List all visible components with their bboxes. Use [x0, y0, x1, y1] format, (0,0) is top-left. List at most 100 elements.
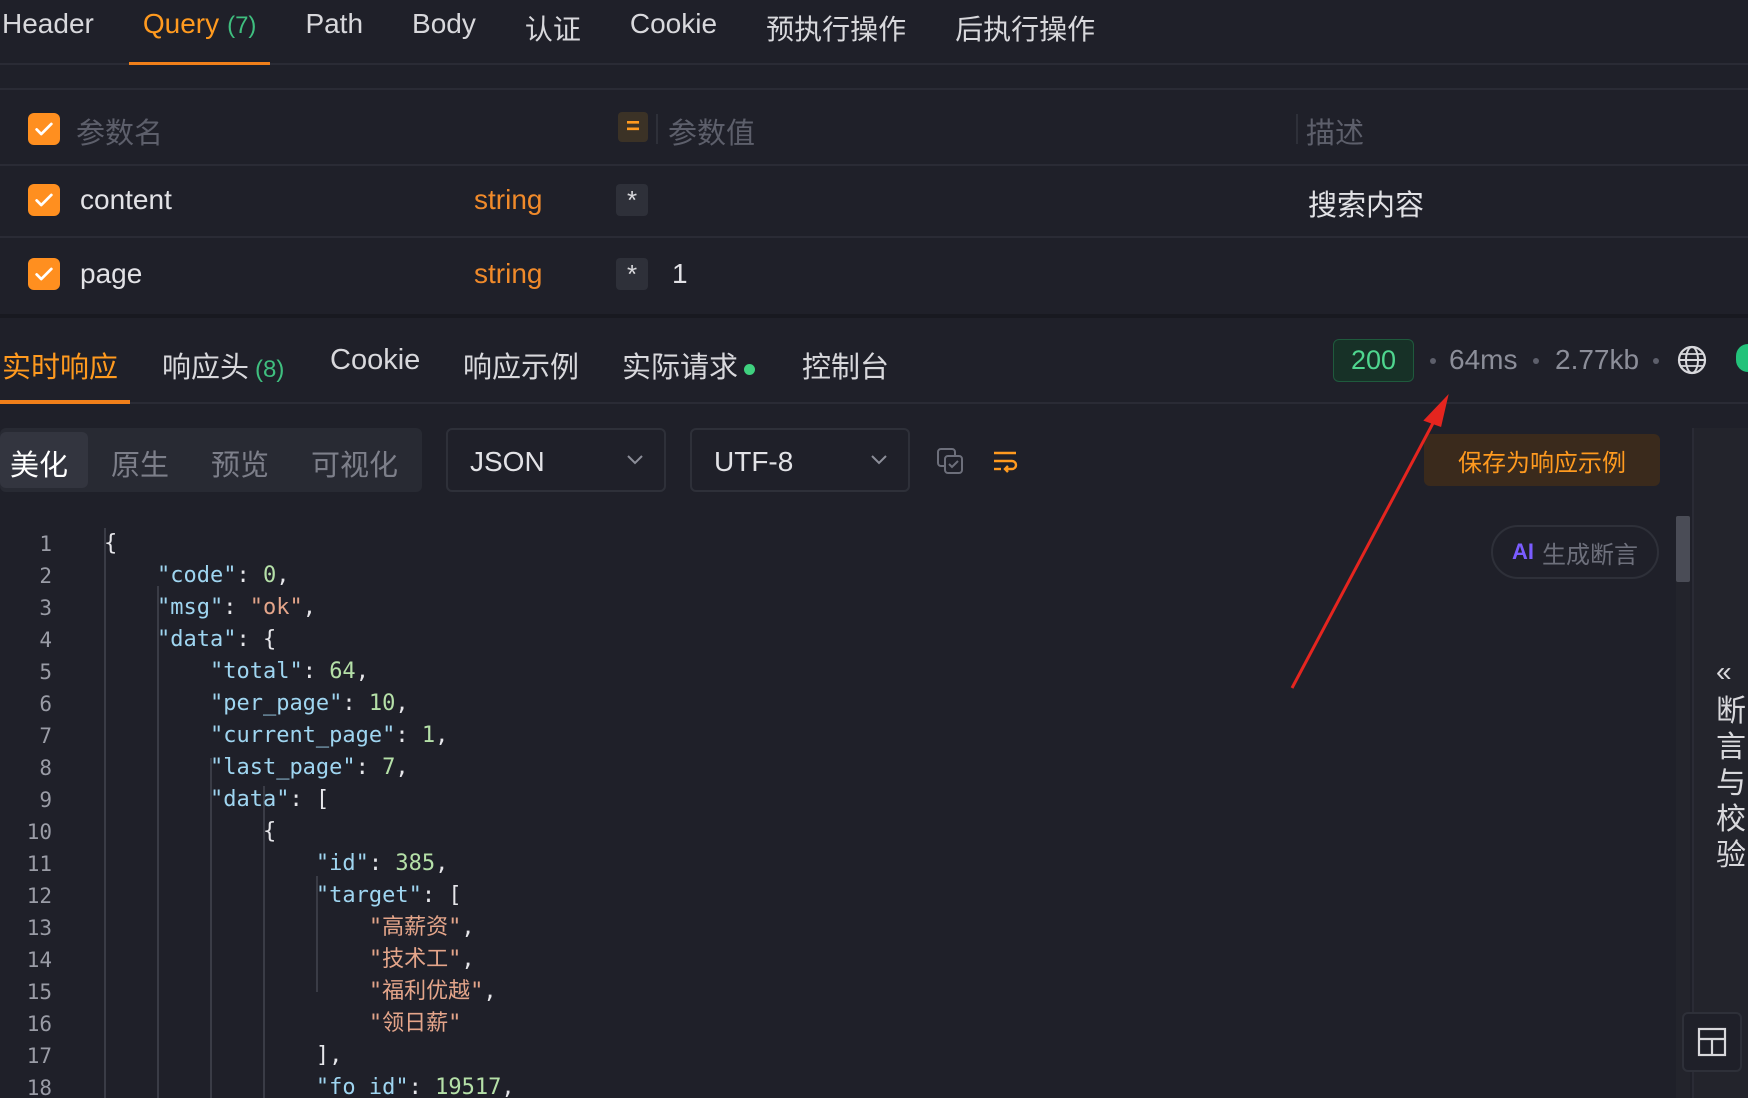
code-line: 17 ],: [0, 1040, 1670, 1072]
param-desc-placeholder: 描述: [1306, 118, 1365, 150]
code-text: "fo_id": 19517,: [315, 1075, 515, 1098]
status-code-badge: 200: [1333, 339, 1414, 382]
tab-label: 响应示例: [463, 352, 580, 384]
check-icon: [35, 122, 53, 136]
tab-label: 实际请求: [622, 352, 739, 384]
code-text: "target": [: [315, 883, 462, 908]
tab-pre-processors[interactable]: 预执行操作: [766, 0, 906, 65]
view-mode-visualize[interactable]: 可视化: [311, 442, 398, 484]
param-name[interactable]: page: [80, 258, 142, 290]
param-desc[interactable]: 搜索内容: [1308, 182, 1424, 224]
code-line: 4 "data": {: [0, 624, 1670, 656]
save-as-example-button[interactable]: 保存为响应示例: [1424, 434, 1660, 486]
scrollbar-thumb[interactable]: [1676, 516, 1690, 582]
tab-query[interactable]: Query (7): [128, 0, 271, 65]
code-line: 9 "data": [: [0, 784, 1670, 816]
view-mode-raw[interactable]: 原生: [111, 442, 169, 484]
format-select-value: JSON: [470, 446, 545, 477]
code-line: 2 "code": 0,: [0, 560, 1670, 592]
globe-icon[interactable]: [1676, 344, 1708, 376]
code-text: "data": {: [156, 627, 277, 652]
request-tabs: Header Query (7) Path Body 认证 Cookie 预执行操…: [0, 0, 1748, 65]
status-dot-icon: [744, 363, 756, 375]
select-all-checkbox[interactable]: [28, 113, 60, 145]
param-enabled-checkbox[interactable]: [28, 258, 60, 290]
format-select[interactable]: JSON: [446, 428, 666, 492]
tab-console[interactable]: 控制台: [802, 344, 889, 386]
code-text: "领日薪": [368, 1011, 462, 1036]
code-text: "per_page": 10,: [209, 691, 409, 716]
tab-body[interactable]: Body: [412, 0, 476, 65]
line-number: 8: [39, 756, 52, 780]
code-line: 11 "id": 385,: [0, 848, 1670, 880]
tab-label: 预执行操作: [766, 14, 907, 45]
divider: [0, 88, 1748, 90]
tab-response-examples[interactable]: 响应示例: [463, 344, 579, 386]
line-number: 18: [26, 1076, 52, 1098]
code-text: "total": 64,: [209, 659, 369, 684]
tab-path[interactable]: Path: [305, 0, 363, 65]
param-name[interactable]: content: [80, 184, 172, 216]
tab-response-cookie[interactable]: Cookie: [330, 344, 420, 377]
view-mode-preview[interactable]: 预览: [211, 442, 269, 484]
code-line: 10 {: [0, 816, 1670, 848]
response-body-editor[interactable]: 1{2 "code": 0, 3 "msg": "ok", 4 "data": {5…: [0, 514, 1670, 1098]
tab-response-headers[interactable]: 响应头 (8): [162, 344, 284, 386]
line-number: 15: [26, 980, 52, 1004]
chevron-down-icon: [871, 455, 887, 465]
code-text: {: [104, 819, 277, 844]
code-line: 5 "total": 64,: [0, 656, 1670, 688]
tab-cookie[interactable]: Cookie: [630, 0, 717, 65]
equals-icon: =: [618, 112, 648, 142]
tab-label: Path: [305, 8, 364, 39]
view-mode-pretty[interactable]: 美化: [10, 442, 68, 484]
code-line: 14 "技术工",: [0, 944, 1670, 976]
param-enabled-checkbox[interactable]: [28, 184, 60, 216]
param-value[interactable]: 1: [672, 258, 688, 290]
code-text: ],: [104, 1043, 343, 1068]
code-text: "技术工",: [368, 947, 475, 972]
code-text: "福利优越",: [368, 979, 497, 1004]
tab-label: 后执行操作: [955, 14, 1096, 45]
required-mark: *: [616, 258, 648, 290]
line-number: 9: [39, 788, 52, 812]
line-number: 11: [26, 852, 52, 876]
param-type[interactable]: string: [474, 258, 542, 290]
chevron-down-icon: [627, 455, 643, 465]
encoding-select-value: UTF-8: [714, 446, 794, 477]
required-mark: *: [616, 184, 648, 216]
tab-actual-request[interactable]: 实际请求: [622, 344, 756, 386]
code-text: "data": [: [209, 787, 330, 812]
assertion-panel-label[interactable]: 断言与校验: [1716, 694, 1748, 874]
separator-dot: [1653, 358, 1659, 364]
separator-dot: [1533, 358, 1539, 364]
code-text: "last_page": 7,: [209, 755, 409, 780]
param-type[interactable]: string: [474, 184, 542, 216]
wrap-lines-icon[interactable]: [991, 446, 1021, 476]
tab-label: 实时响应: [2, 352, 119, 384]
code-text: "msg": "ok",: [156, 595, 316, 620]
param-name-placeholder: 参数名: [76, 118, 164, 150]
line-number: 7: [39, 724, 52, 748]
code-line: 13 "高薪资",: [0, 912, 1670, 944]
tab-auth[interactable]: 认证: [525, 0, 581, 65]
editor-scrollbar[interactable]: [1676, 516, 1690, 1098]
code-line: 7 "current_page": 1,: [0, 720, 1670, 752]
code-text: {: [104, 531, 118, 556]
line-number: 5: [39, 660, 52, 684]
line-number: 17: [26, 1044, 52, 1068]
tab-header[interactable]: Header: [2, 0, 94, 65]
line-number: 13: [26, 916, 52, 940]
tab-count: (8): [255, 356, 285, 383]
code-text: "current_page": 1,: [209, 723, 449, 748]
line-number: 14: [26, 948, 52, 972]
collapse-chevron-icon[interactable]: «: [1716, 656, 1732, 688]
divider: [0, 236, 1748, 238]
params-header-row: 参数名 = 参数值 描述: [0, 92, 1748, 166]
copy-icon[interactable]: [935, 446, 965, 476]
encoding-select[interactable]: UTF-8: [690, 428, 910, 492]
tab-label: Cookie: [330, 344, 421, 376]
tab-post-processors[interactable]: 后执行操作: [955, 0, 1095, 65]
tab-live-response[interactable]: 实时响应: [2, 344, 118, 386]
layout-toggle-button[interactable]: [1682, 1012, 1742, 1072]
